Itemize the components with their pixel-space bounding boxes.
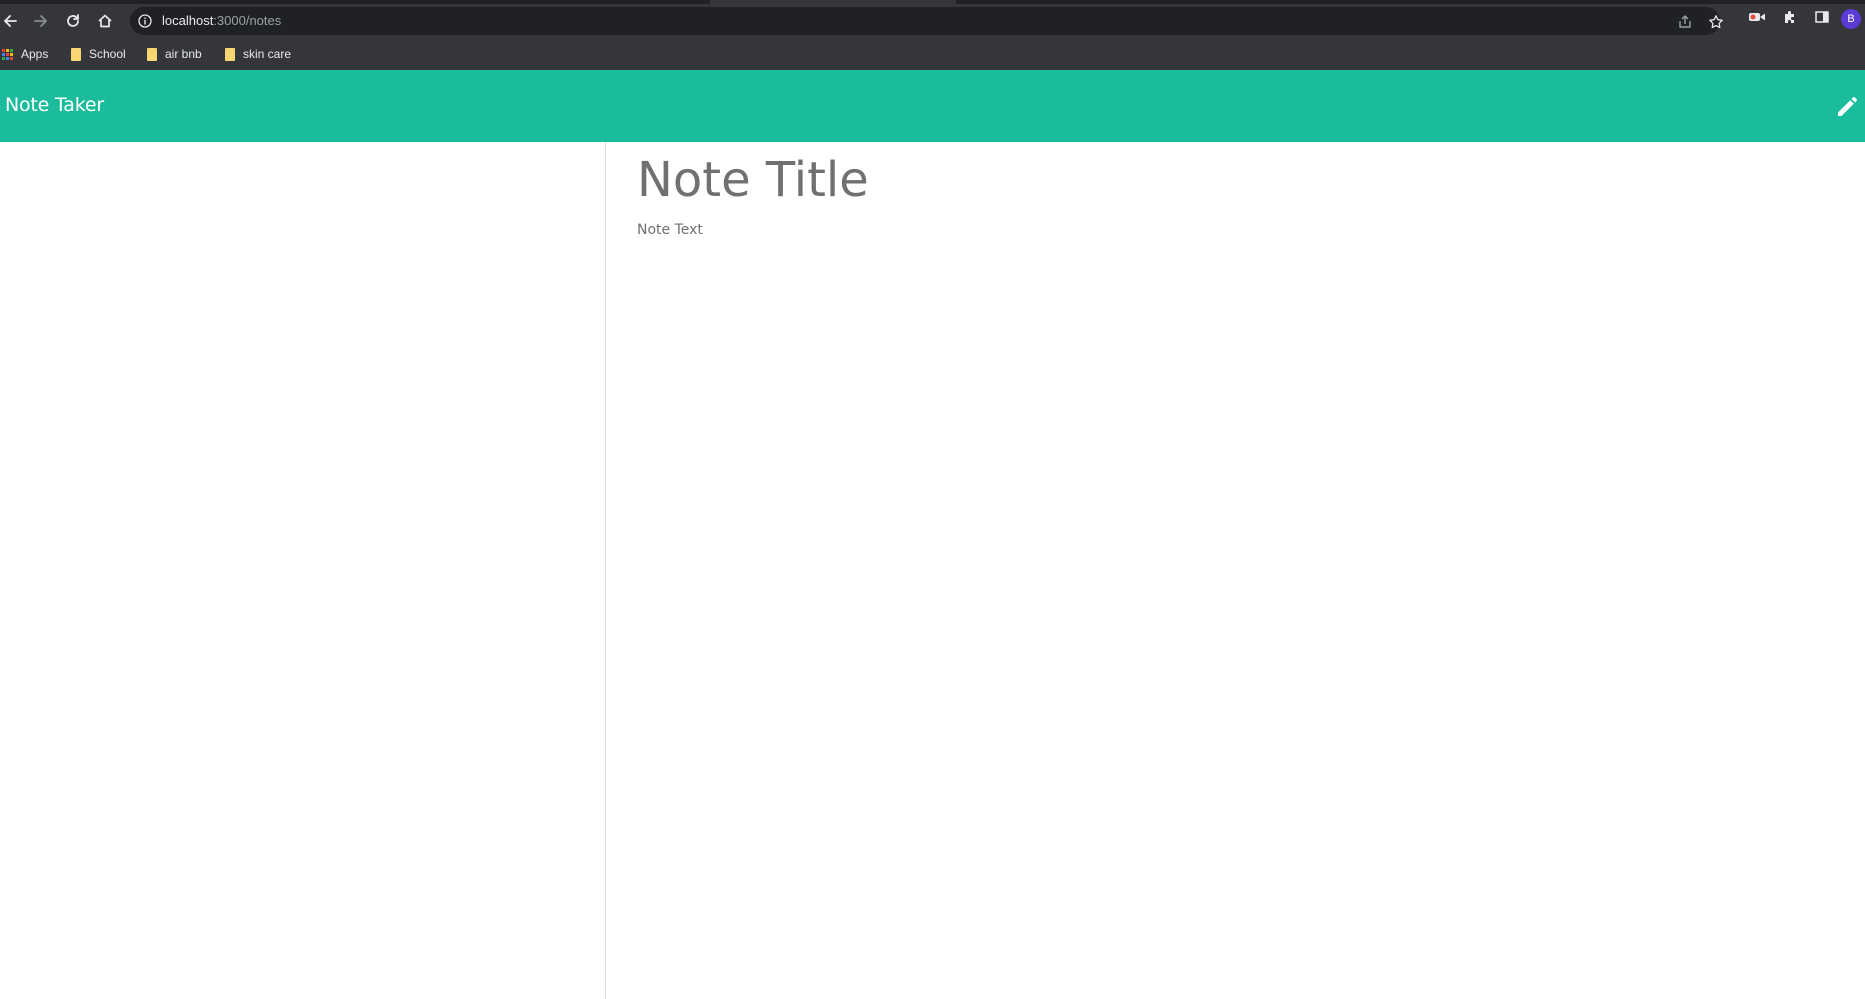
address-bar[interactable]: localhost:3000/notes [130,7,1723,35]
profile-avatar[interactable]: B [1841,9,1861,29]
note-title-input[interactable] [637,152,1817,208]
back-button[interactable] [0,7,24,35]
info-icon[interactable] [138,14,152,28]
pencil-icon[interactable] [1834,92,1862,120]
url-path: :3000/notes [213,13,282,28]
note-editor-panel [607,142,1865,999]
bookmark-school[interactable]: School [71,44,126,64]
note-list-panel [0,142,606,999]
bookmarks-bar: Apps School air bnb skin care [0,40,1865,68]
reload-icon [67,14,79,27]
home-icon [98,14,112,28]
share-icon[interactable] [1677,14,1693,30]
browser-chrome: localhost:3000/notes B Apps School air b… [0,0,1865,70]
folder-icon [147,47,157,61]
bookmark-label: skin care [243,47,292,61]
bookmark-label: Apps [21,47,49,61]
side-panel-icon[interactable] [1812,7,1832,27]
star-icon[interactable] [1708,14,1724,30]
extension-record-icon[interactable] [1747,7,1767,27]
url-text[interactable]: localhost:3000/notes [162,13,281,28]
arrow-right-icon [34,15,47,27]
forward-button[interactable] [27,7,55,35]
bookmark-label: air bnb [165,47,202,61]
app-brand[interactable]: Note Taker [5,94,104,116]
app-navbar: Note Taker [0,70,1865,142]
apps-grid-icon [2,48,13,60]
browser-toolbar: localhost:3000/notes B [0,4,1865,38]
url-host: localhost [162,13,214,28]
bookmark-air-bnb[interactable]: air bnb [147,44,202,64]
note-text-input[interactable] [637,222,1817,962]
folder-icon [71,47,81,61]
puzzle-icon[interactable] [1780,7,1800,27]
bookmark-apps[interactable]: Apps [2,44,48,64]
reload-button[interactable] [59,7,87,35]
bookmark-skin-care[interactable]: skin care [225,44,291,64]
folder-icon [225,47,235,61]
home-button[interactable] [91,7,119,35]
bookmark-label: School [89,47,126,61]
arrow-left-icon [4,15,17,27]
